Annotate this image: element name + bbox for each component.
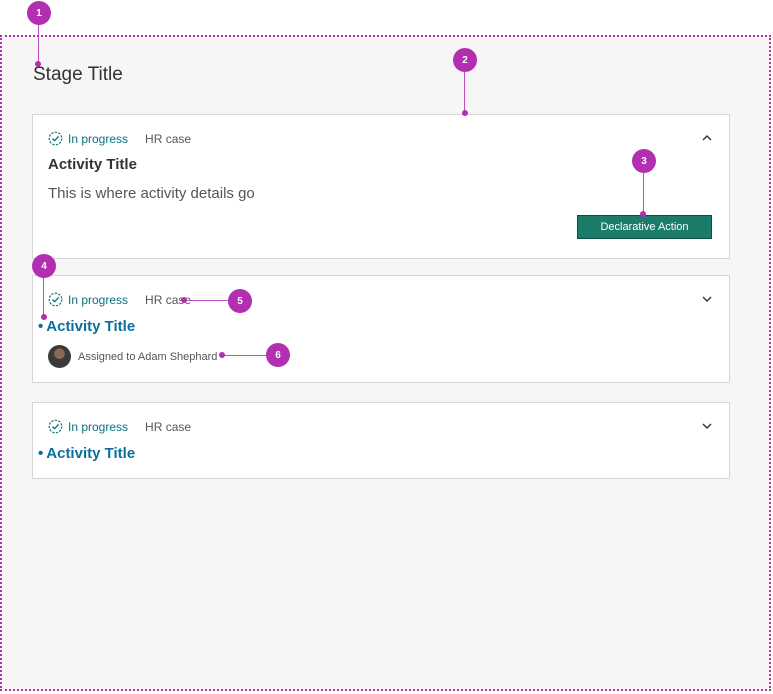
annotation-dot-5 — [181, 297, 187, 303]
annotation-dot-1 — [35, 61, 41, 67]
activity-details: This is where activity details go — [48, 185, 255, 202]
annotation-badge-3: 3 — [632, 149, 656, 173]
chevron-down-icon[interactable] — [701, 420, 713, 432]
annotation-leader-1 — [38, 25, 39, 63]
card-meta: In progress HR case — [48, 292, 191, 307]
annotation-dot-3 — [640, 211, 646, 217]
status-label: In progress — [68, 131, 129, 146]
assignee-label: Assigned to Adam Shephard — [78, 350, 218, 363]
activity-card-3[interactable]: In progress HR case • Activity Title — [32, 402, 730, 479]
status-label: In progress — [68, 292, 129, 307]
annotation-badge-4: 4 — [32, 254, 56, 278]
status-label: In progress — [68, 419, 129, 434]
card-meta: In progress HR case — [48, 419, 191, 434]
annotation-badge-6: 6 — [266, 343, 290, 367]
annotation-badge-1: 1 — [27, 1, 51, 25]
declarative-action-button[interactable]: Declarative Action — [577, 215, 712, 239]
activity-card-2[interactable]: In progress HR case • Activity Title Assi… — [32, 275, 730, 383]
annotation-leader-4 — [43, 278, 44, 316]
annotation-badge-5: 5 — [228, 289, 252, 313]
annotation-dot-6 — [219, 352, 225, 358]
activity-title-link[interactable]: • Activity Title — [38, 318, 135, 335]
annotation-leader-5 — [186, 300, 228, 301]
activity-title-link[interactable]: • Activity Title — [38, 445, 135, 462]
stage-title: Stage Title — [33, 64, 123, 85]
unread-dot-icon: • — [38, 318, 44, 335]
assignee: Assigned to Adam Shephard — [48, 345, 217, 368]
check-circle-dashed-icon — [48, 292, 63, 307]
annotation-dot-2 — [462, 110, 468, 116]
case-type-label: HR case — [145, 419, 192, 434]
annotation-dot-4 — [41, 314, 47, 320]
unread-dot-icon: • — [38, 445, 44, 462]
annotation-badge-2: 2 — [453, 48, 477, 72]
check-circle-dashed-icon — [48, 419, 63, 434]
activity-title: Activity Title — [48, 156, 137, 173]
annotation-leader-3 — [643, 173, 644, 213]
case-type-label: HR case — [145, 131, 192, 146]
avatar — [48, 345, 71, 368]
annotation-leader-6 — [224, 355, 266, 356]
chevron-up-icon[interactable] — [701, 132, 713, 144]
card-meta: In progress HR case — [48, 131, 191, 146]
chevron-down-icon[interactable] — [701, 293, 713, 305]
activity-title-text: Activity Title — [46, 318, 136, 335]
annotation-leader-2 — [464, 72, 465, 112]
activity-title-text: Activity Title — [46, 445, 136, 462]
check-circle-dashed-icon — [48, 131, 63, 146]
activity-card-1[interactable]: In progress HR case Activity Title This … — [32, 114, 730, 259]
